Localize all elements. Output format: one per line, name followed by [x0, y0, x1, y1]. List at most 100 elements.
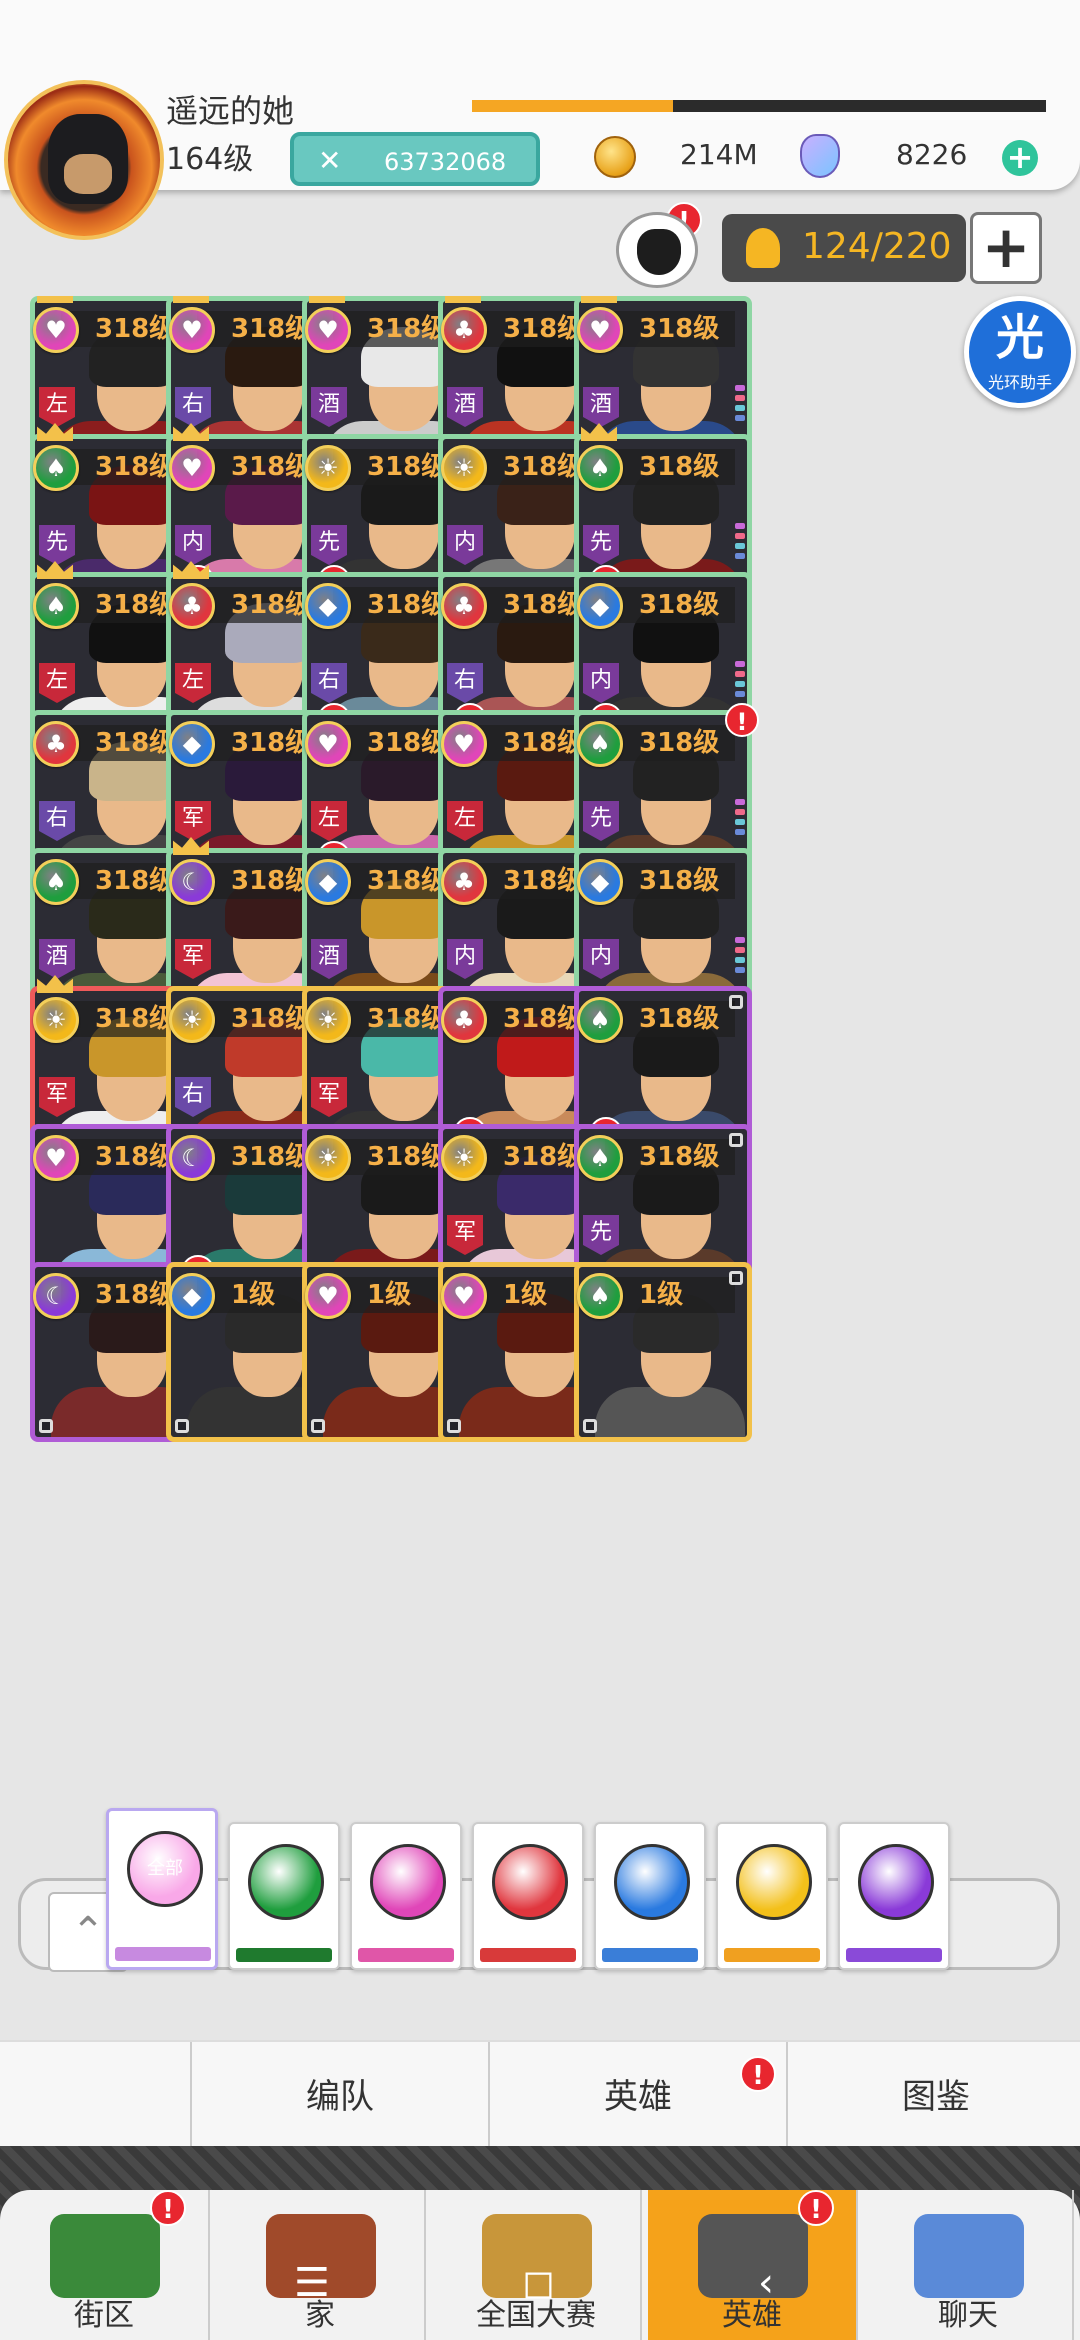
- suit-glyph: ♠: [589, 1006, 611, 1034]
- diamond-suit-icon: ◆: [305, 583, 351, 629]
- skill-bar: [735, 671, 745, 677]
- skill-bar: [735, 829, 745, 835]
- suit-glyph: ◆: [182, 730, 202, 758]
- suit-glyph: ♣: [453, 316, 475, 344]
- moon-suit-icon: ☾: [169, 859, 215, 905]
- skill-bar: [735, 395, 745, 401]
- frame-corner: [447, 1419, 461, 1433]
- filter-underline: [115, 1947, 211, 1961]
- assistant-glyph: 光: [995, 310, 1044, 366]
- roster-capacity: 124/220: [722, 214, 966, 282]
- heart-suit-icon: ♥: [169, 445, 215, 491]
- back-icon[interactable]: ‹: [758, 2260, 774, 2306]
- heart-filter-icon: [370, 1844, 446, 1920]
- chat-icon: [914, 2214, 1024, 2298]
- suit-glyph: ☀: [453, 454, 475, 482]
- frame-corner: [39, 1419, 53, 1433]
- frame-corner: [729, 1133, 743, 1147]
- filter-tab-sun[interactable]: [716, 1822, 828, 1970]
- spade-suit-icon: ♠: [577, 721, 623, 767]
- suit-glyph: ☾: [45, 1282, 67, 1310]
- skill-bar: [735, 415, 745, 421]
- menu-icon[interactable]: ☰: [294, 2260, 330, 2306]
- frame-corner: [729, 1271, 743, 1285]
- tab-guide[interactable]: 图鉴: [786, 2042, 1080, 2152]
- sun-suit-icon: ☀: [441, 445, 487, 491]
- tab-heroes[interactable]: 英雄: [488, 2042, 786, 2152]
- summon-button[interactable]: [616, 212, 698, 288]
- hero-card[interactable]: 1级 ♠: [574, 1262, 752, 1442]
- diamond-suit-icon: ◆: [169, 721, 215, 767]
- suit-glyph: ♣: [453, 1006, 475, 1034]
- suit-glyph: ♠: [589, 1282, 611, 1310]
- frame-corner: [311, 1419, 325, 1433]
- diamond-suit-icon: ◆: [169, 1273, 215, 1319]
- hero-alert-badge: !: [725, 703, 759, 737]
- experience-fill: [472, 100, 673, 112]
- street-icon: [50, 2214, 160, 2298]
- filter-tab-all[interactable]: 全部: [106, 1808, 218, 1970]
- crown-icon: [309, 296, 345, 303]
- skill-bar: [735, 523, 745, 529]
- moon-suit-icon: ☾: [33, 1273, 79, 1319]
- club-filter-icon: [492, 1844, 568, 1920]
- filter-underline: [602, 1948, 698, 1962]
- assistant-floating-button[interactable]: 光 光环助手: [964, 296, 1076, 408]
- filter-tab-spade[interactable]: [228, 1822, 340, 1970]
- hero-level: 318级: [605, 1139, 735, 1175]
- suit-glyph: ◆: [590, 868, 610, 896]
- suit-glyph: ☀: [317, 454, 339, 482]
- hero-skill-bars: [735, 385, 745, 425]
- player-avatar[interactable]: [4, 80, 164, 240]
- hero-level: 318级: [605, 725, 735, 761]
- filter-tab-club[interactable]: [472, 1822, 584, 1970]
- skill-bar: [735, 385, 745, 391]
- suit-glyph: ♠: [589, 1144, 611, 1172]
- add-currency-button[interactable]: +: [1002, 140, 1038, 176]
- filter-tab-heart[interactable]: [350, 1822, 462, 1970]
- suit-glyph: ♥: [317, 730, 339, 758]
- frame-corner: [175, 1419, 189, 1433]
- hero-level: 318级: [605, 311, 735, 347]
- suit-glyph: ♥: [45, 316, 67, 344]
- suit-glyph: ♥: [317, 1282, 339, 1310]
- heart-suit-icon: ♥: [33, 307, 79, 353]
- player-level: 164级: [166, 142, 254, 177]
- club-suit-icon: ♣: [441, 997, 487, 1043]
- assistant-label: 光环助手: [987, 373, 1052, 392]
- suit-glyph: ☾: [181, 868, 203, 896]
- gem-amount: 8226: [896, 138, 968, 171]
- suit-glyph: ♠: [589, 454, 611, 482]
- filter-tab-moon[interactable]: [838, 1822, 950, 1970]
- hero-skill-bars: [735, 937, 745, 977]
- suit-glyph: ♣: [453, 592, 475, 620]
- skill-bar: [735, 937, 745, 943]
- moon-suit-icon: ☾: [169, 1135, 215, 1181]
- sun-suit-icon: ☀: [305, 445, 351, 491]
- club-suit-icon: ♣: [441, 307, 487, 353]
- sun-suit-icon: ☀: [33, 997, 79, 1043]
- skill-bar: [735, 681, 745, 687]
- suit-glyph: ♣: [453, 868, 475, 896]
- spade-suit-icon: ♠: [577, 445, 623, 491]
- skill-bar: [735, 533, 745, 539]
- moon-filter-icon: [858, 1844, 934, 1920]
- frame-corner: [583, 1419, 597, 1433]
- hero-skill-bars: [735, 523, 745, 563]
- home-icon[interactable]: ◻: [522, 2260, 555, 2306]
- heart-suit-icon: ♥: [305, 721, 351, 767]
- tab-team[interactable]: 编队: [190, 2042, 488, 2152]
- summon-icon: [637, 229, 681, 275]
- expand-roster-button[interactable]: +: [970, 212, 1042, 284]
- nav-chat[interactable]: 聊天: [864, 2190, 1074, 2340]
- suit-glyph: ☀: [453, 1144, 475, 1172]
- spade-suit-icon: ♠: [33, 583, 79, 629]
- hero-level: 1级: [605, 1277, 735, 1313]
- suit-glyph: ♠: [45, 868, 67, 896]
- nav-street[interactable]: 街区!: [0, 2190, 210, 2340]
- frame-corner: [729, 995, 743, 1009]
- filter-tab-diamond[interactable]: [594, 1822, 706, 1970]
- filter-underline: [846, 1948, 942, 1962]
- suit-glyph: ♥: [45, 1144, 67, 1172]
- spade-suit-icon: ♠: [577, 1135, 623, 1181]
